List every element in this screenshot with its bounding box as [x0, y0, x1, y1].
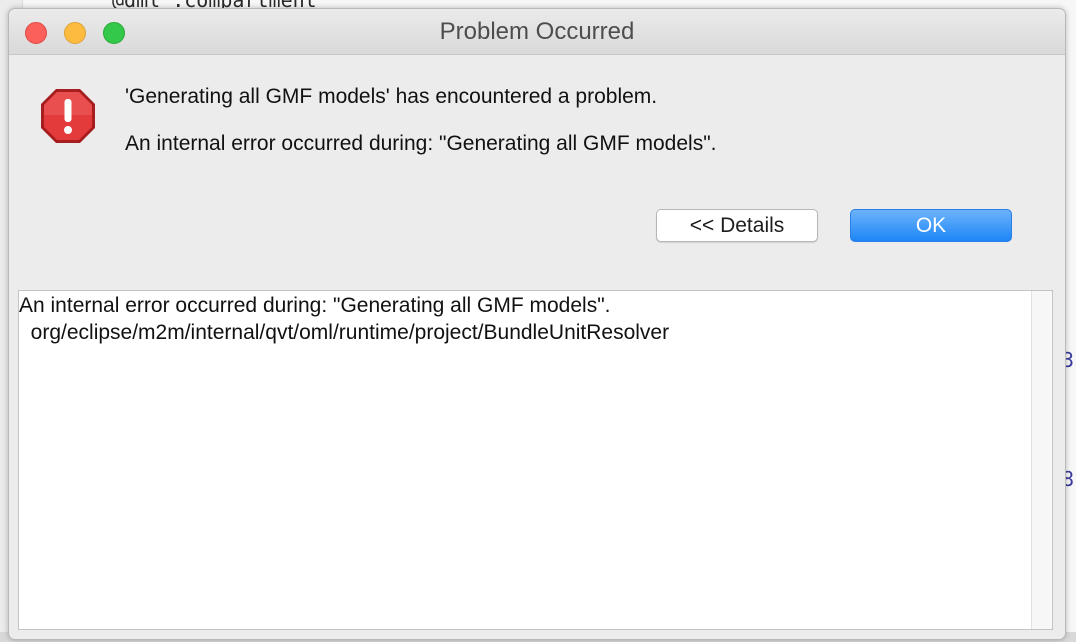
- error-detail-message: An internal error occurred during: "Gene…: [125, 132, 717, 155]
- ok-button[interactable]: OK: [850, 209, 1012, 242]
- problem-dialog: Problem Occurred 'Generating all GMF mod…: [8, 8, 1066, 640]
- details-button[interactable]: << Details: [656, 209, 818, 242]
- dialog-titlebar[interactable]: Problem Occurred: [9, 9, 1065, 55]
- details-text: An internal error occurred during: "Gene…: [19, 294, 670, 344]
- dialog-title: Problem Occurred: [439, 18, 635, 45]
- error-stop-icon: [41, 89, 95, 143]
- details-scrollbar[interactable]: [1031, 291, 1052, 629]
- details-text-area[interactable]: An internal error occurred during: "Gene…: [18, 290, 1053, 630]
- problem-message: 'Generating all GMF models' has encounte…: [125, 85, 658, 108]
